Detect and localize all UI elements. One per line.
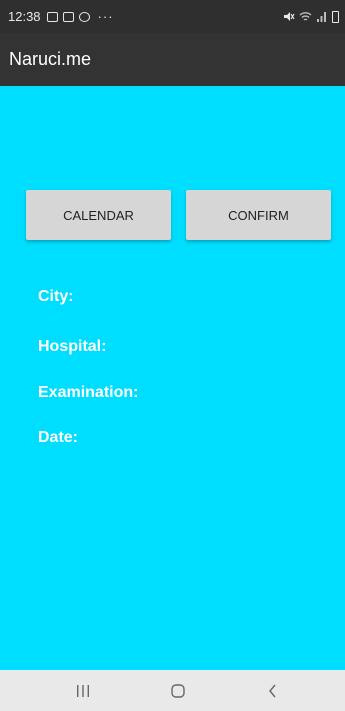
home-icon [171,683,185,698]
mute-icon [284,12,295,21]
main-content: CALENDAR CONFIRM City: Hospital: Examina… [0,86,345,670]
battery-icon [332,10,339,23]
navigation-bar [0,670,345,711]
app-title: Naruci.me [9,49,92,69]
examination-label: Examination: [38,384,139,401]
date-label: Date: [38,429,79,446]
wifi-icon [299,12,312,21]
app-bar: Naruci.me [0,33,345,86]
more-notifications-icon: ··· [97,9,114,24]
notification-icon [62,11,74,22]
status-bar: 12:38 ··· [0,0,345,33]
status-time: 12:38 [8,9,41,24]
recents-icon [77,684,89,697]
gallery-icon [46,11,58,22]
back-button[interactable] [243,670,303,711]
calendar-button[interactable]: CALENDAR [26,190,171,240]
recents-button[interactable] [53,670,113,711]
home-button[interactable] [148,670,208,711]
hospital-label: Hospital: [38,338,107,355]
status-system-icons [283,0,339,33]
status-notification-icons: ··· [46,9,114,24]
app-icon [78,11,90,22]
confirm-button[interactable]: CONFIRM [186,190,331,240]
signal-icon [317,12,326,22]
city-label: City: [38,288,74,305]
back-icon [269,684,276,697]
phone-screen: 12:38 ··· Naruci.me CALENDAR CONFIRM Cit… [0,0,345,711]
